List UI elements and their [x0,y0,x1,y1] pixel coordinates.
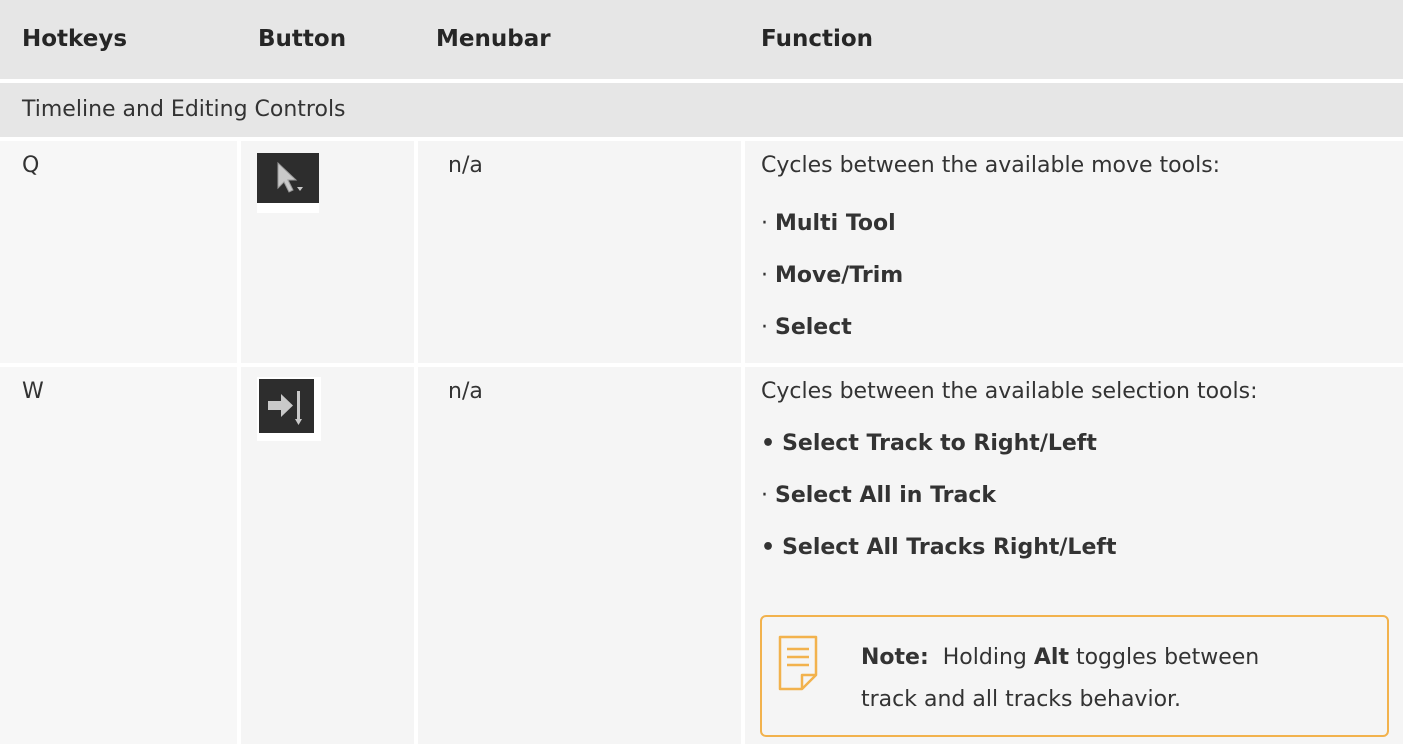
note-text-after: toggles between [1075,645,1260,670]
note-callout: Note: Holding Alt toggles between track … [760,615,1389,737]
menubar-label: n/a [448,379,483,404]
header-hotkeys: Hotkeys [22,26,128,52]
note-key: Alt [1033,645,1069,670]
button-cell [241,367,414,744]
list-item: • Select All Tracks Right/Left [761,535,1116,560]
list-item: • Select Track to Right/Left [761,431,1097,456]
list-item-text: Select [775,315,852,340]
bullet: · [761,263,768,288]
section-row: Timeline and Editing Controls [0,83,1403,141]
header-button: Button [258,26,347,52]
header-function: Function [761,26,874,52]
move-tool-cursor-icon [257,153,319,203]
list-item-text: Select Track to Right/Left [782,431,1097,456]
menubar-cell: n/a [418,367,741,744]
list-item: · Multi Tool [761,211,896,236]
function-cell: Cycles between the available move tools:… [745,141,1403,363]
list-item: · Select [761,315,852,340]
bullet: • [761,431,776,456]
select-track-button[interactable] [257,377,321,441]
select-track-arrow-icon [259,379,314,433]
menubar-cell: n/a [418,141,741,363]
list-item-text: Move/Trim [775,263,904,288]
function-description: Cycles between the available selection t… [761,379,1258,404]
table-header: Hotkeys Button Menubar Function [0,0,1403,83]
hotkey-cell: Q [0,141,237,363]
bullet: · [761,211,768,236]
menubar-label: n/a [448,153,483,178]
table-row: Q n/a Cycles between the available move … [0,141,1403,363]
note-label: Note: [861,645,929,670]
button-cell [241,141,414,363]
note-line-1: Note: Holding Alt toggles between [861,645,1259,670]
note-text-before: Holding [942,645,1027,670]
section-title: Timeline and Editing Controls [22,97,346,122]
bullet: · [761,483,768,508]
header-menubar: Menubar [436,26,551,52]
list-item-text: Multi Tool [775,211,896,236]
list-item: · Move/Trim [761,263,903,288]
shortcuts-table: Hotkeys Button Menubar Function Timeline… [0,0,1403,744]
bullet: • [761,535,776,560]
hotkey-cell: W [0,367,237,744]
function-description: Cycles between the available move tools: [761,153,1221,178]
bullet: · [761,315,768,340]
move-tool-button[interactable] [257,153,319,213]
list-item-text: Select All Tracks Right/Left [782,535,1117,560]
list-item-text: Select All in Track [775,483,997,508]
hotkey-label: W [22,379,44,404]
hotkey-label: Q [22,153,40,178]
note-line-2: track and all tracks behavior. [861,687,1182,712]
list-item: · Select All in Track [761,483,996,508]
note-icon [778,635,818,691]
